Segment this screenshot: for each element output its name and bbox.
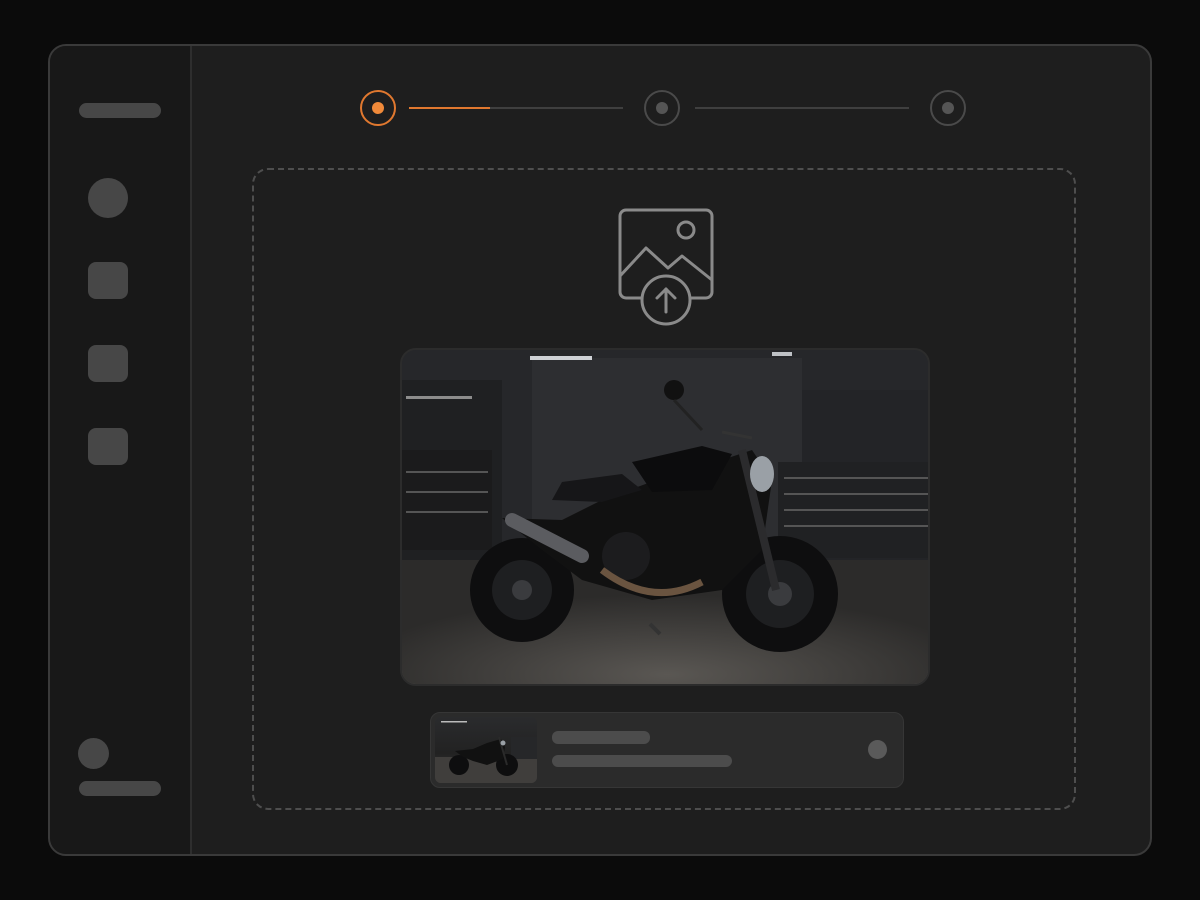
step-connector-2	[695, 107, 909, 109]
sidebar-avatar-icon[interactable]	[88, 178, 128, 218]
step-progress-fill	[409, 107, 491, 109]
sidebar-item-1[interactable]	[88, 262, 128, 299]
file-status-dot-icon[interactable]	[868, 740, 887, 759]
sidebar-item-2[interactable]	[88, 345, 128, 382]
step-connector-1	[409, 107, 623, 109]
progress-stepper	[358, 88, 968, 128]
step-dot-icon	[372, 102, 384, 114]
step-dot-icon	[942, 102, 954, 114]
file-meta-placeholder	[552, 755, 732, 767]
app-window	[48, 44, 1152, 856]
step-3[interactable]	[930, 90, 966, 126]
image-preview[interactable]	[400, 348, 930, 686]
step-2[interactable]	[644, 90, 680, 126]
upload-dropzone[interactable]	[252, 168, 1076, 810]
motorcycle-photo	[402, 350, 928, 684]
sidebar-user-name-placeholder	[79, 781, 161, 796]
file-name-placeholder	[552, 731, 650, 744]
sidebar	[50, 46, 192, 854]
user-avatar-icon[interactable]	[78, 738, 109, 769]
image-upload-icon	[618, 208, 714, 326]
step-dot-icon	[656, 102, 668, 114]
sidebar-logo-placeholder	[79, 103, 161, 118]
motorcycle-thumbnail	[435, 721, 537, 783]
uploaded-file-card[interactable]	[430, 712, 904, 788]
file-thumbnail	[435, 717, 537, 783]
step-1[interactable]	[360, 90, 396, 126]
sidebar-item-3[interactable]	[88, 428, 128, 465]
